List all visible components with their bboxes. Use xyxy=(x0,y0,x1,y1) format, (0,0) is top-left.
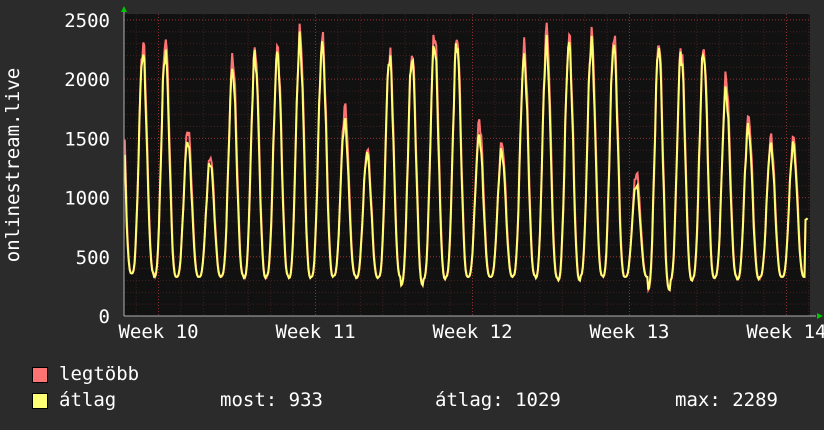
x-tick-label: Week 11 xyxy=(275,321,355,343)
y-tick-label: 2000 xyxy=(64,69,110,91)
y-tick-label: 2500 xyxy=(64,10,110,32)
y-tick-label: 0 xyxy=(99,306,110,328)
x-tick-label: Week 10 xyxy=(118,321,198,343)
x-tick-label: Week 12 xyxy=(432,321,512,343)
y-axis-label: onlinestream.live xyxy=(2,68,24,262)
y-tick-label: 1000 xyxy=(64,188,110,210)
y-axis-arrow xyxy=(121,6,127,12)
y-tick-label: 500 xyxy=(76,247,110,269)
x-tick-label: Week 14 xyxy=(746,321,824,343)
x-tick-label: Week 13 xyxy=(589,321,669,343)
x-axis-arrow xyxy=(817,313,823,319)
stream-chart: 0 500 1000 1500 2000 2500 Week 10 Week 11 Week 1… xyxy=(2,6,824,343)
y-tick-label: 1500 xyxy=(64,128,110,150)
